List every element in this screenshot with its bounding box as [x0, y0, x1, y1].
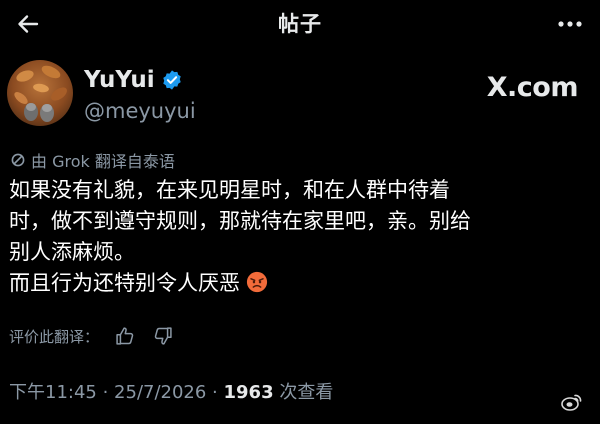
author-display-name[interactable]: YuYui [84, 67, 183, 93]
rate-translation-label: 评价此翻译： [9, 327, 100, 346]
translation-notice: 由 Grok 翻译自泰语 [11, 148, 175, 172]
post-meta: 下午11:45 · 25/7/2026 · 1963 次查看 [9, 378, 333, 404]
thumbs-up-button[interactable] [113, 324, 137, 348]
angry-face-emoji [246, 271, 268, 293]
x-com-watermark: X.com [486, 72, 579, 103]
post-body: 如果没有礼貌，在来见明星时，和在人群中待着 时，做不到遵守规则，那就待在家里吧，… [9, 175, 594, 299]
weibo-icon [561, 394, 582, 411]
thumbs-down-icon [154, 327, 172, 345]
avatar-image [7, 60, 73, 126]
watermark-domain: .com [507, 72, 578, 103]
thumbs-up-icon [116, 327, 134, 345]
display-name-text: YuYui [84, 67, 155, 93]
views-label: 次查看 [273, 382, 334, 403]
page-title: 帖子 [278, 12, 322, 36]
no-translate-icon [11, 153, 25, 167]
more-horizontal-icon [558, 21, 582, 27]
post-line-with-emoji: 而且行为还特别令人厌恶 [9, 268, 594, 299]
watermark-x: X [486, 72, 508, 103]
top-bar: 帖子 [0, 0, 600, 48]
weibo-watermark [561, 393, 588, 411]
post-line: 如果没有礼貌，在来见明星时，和在人群中待着 [9, 178, 450, 202]
post-line: 别人添麻烦。 [9, 240, 135, 264]
views-count: 1963 [223, 382, 274, 403]
post-line: 时，做不到遵守规则，那就待在家里吧，亲。别给 [9, 209, 471, 233]
author-handle[interactable]: @meyuyui [84, 99, 196, 123]
post-line: 而且行为还特别令人厌恶 [9, 271, 240, 295]
translation-notice-text: 由 Grok 翻译自泰语 [31, 152, 175, 171]
more-options-button[interactable] [554, 10, 586, 38]
verified-badge-icon [162, 70, 181, 90]
thumbs-down-button[interactable] [151, 324, 175, 348]
rate-translation-row: 评价此翻译： [9, 324, 175, 348]
post-timestamp[interactable]: 下午11:45 · 25/7/2026 · [9, 382, 224, 403]
avatar[interactable] [7, 60, 73, 126]
